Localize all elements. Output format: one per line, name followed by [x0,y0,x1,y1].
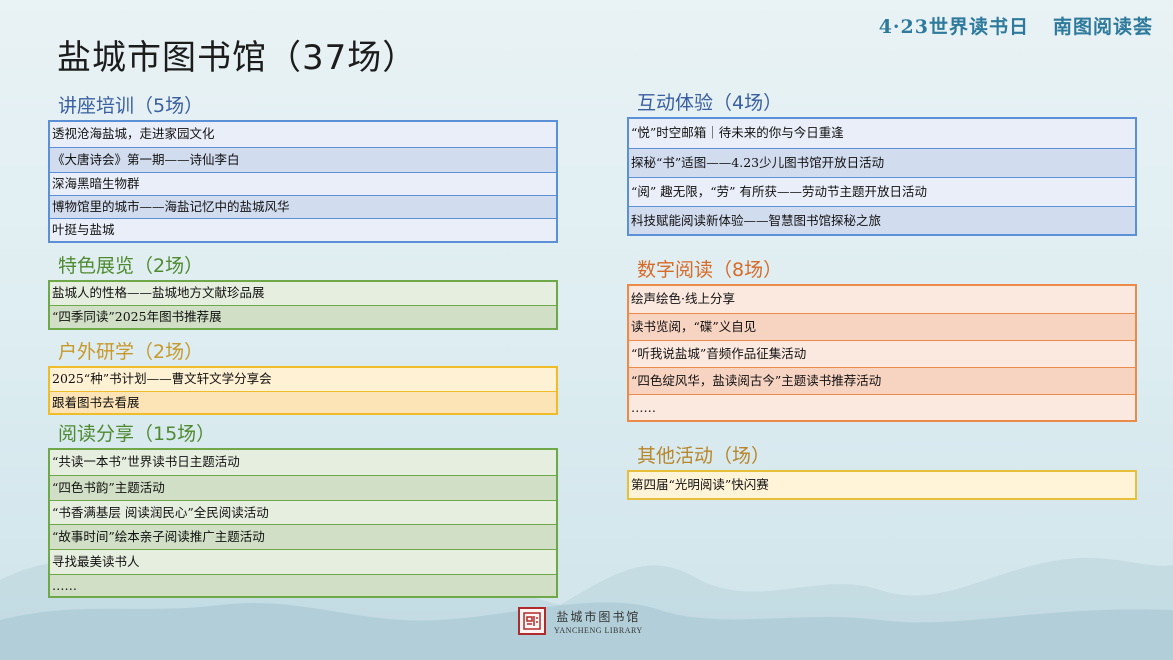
logo-name-cn: 盐城市图书馆 [556,609,641,624]
section-outdoor: 户外研学（2场） 2025“种”书计划——曹文轩文学分享会 跟着图书去看展 [48,340,558,415]
list-item: 透视沧海盐城，走进家园文化 [50,122,556,147]
list-item: “阅” 趣无限，“劳” 有所获——劳动节主题开放日活动 [629,177,1135,206]
section-reading-share: 阅读分享（15场） “共读一本书”世界读书日主题活动 “四色书韵”主题活动 “书… [48,422,558,598]
list-item: 探秘“书”适图——4.23少儿图书馆开放日活动 [629,148,1135,177]
list-item: 盐城人的性格——盐城地方文献珍品展 [50,282,556,305]
library-seal-icon [518,607,546,635]
list-item: “悦”时空邮箱｜待未来的你与今日重逢 [629,119,1135,148]
section-heading: 特色展览（2场） [58,255,204,277]
list-item: 博物馆里的城市——海盐记忆中的盐城风华 [50,195,556,218]
list-item: 深海黑暗生物群 [50,172,556,195]
list-item: 2025“种”书计划——曹文轩文学分享会 [50,368,556,391]
section-heading: 互动体验（4场） [637,92,783,114]
list-box: 绘声绘色·线上分享 读书览阅，“碟”义自见 “听我说盐城”音频作品征集活动 “四… [627,284,1137,422]
list-box: “悦”时空邮箱｜待未来的你与今日重逢 探秘“书”适图——4.23少儿图书馆开放日… [627,117,1137,236]
list-item: “四季同读”2025年图书推荐展 [50,305,556,328]
list-box: “共读一本书”世界读书日主题活动 “四色书韵”主题活动 “书香满基层 阅读润民心… [48,448,558,598]
section-exhibitions: 特色展览（2场） 盐城人的性格——盐城地方文献珍品展 “四季同读”2025年图书… [48,254,558,330]
section-heading: 其他活动（场） [637,445,771,467]
list-item: 寻找最美读书人 [50,549,556,574]
list-item: 叶挺与盐城 [50,218,556,241]
section-heading: 数字阅读（8场） [637,259,783,281]
section-heading: 讲座培训（5场） [58,95,204,117]
list-item: 第四届“光明阅读”快闪赛 [629,472,1135,498]
list-item: “四色书韵”主题活动 [50,475,556,500]
section-digital: 数字阅读（8场） 绘声绘色·线上分享 读书览阅，“碟”义自见 “听我说盐城”音频… [627,258,1137,422]
section-lectures: 讲座培训（5场） 透视沧海盐城，走进家园文化 《大唐诗会》第一期——诗仙李白 深… [48,94,558,243]
event-banner-right: 南图阅读荟 [1052,16,1153,38]
list-item: …… [629,394,1135,420]
list-item: “听我说盐城”音频作品征集活动 [629,340,1135,367]
list-item: 科技赋能阅读新体验——智慧图书馆探秘之旅 [629,206,1135,234]
list-box: 透视沧海盐城，走进家园文化 《大唐诗会》第一期——诗仙李白 深海黑暗生物群 博物… [48,120,558,243]
list-item: 《大唐诗会》第一期——诗仙李白 [50,147,556,172]
list-item: …… [50,574,556,596]
section-heading: 阅读分享（15场） [58,423,216,445]
list-item: “故事时间”绘本亲子阅读推广主题活动 [50,524,556,549]
event-banner: 4·23世界读书日 南图阅读荟 [879,12,1153,39]
section-interactive: 互动体验（4场） “悦”时空邮箱｜待未来的你与今日重逢 探秘“书”适图——4.2… [627,91,1137,236]
list-box: 第四届“光明阅读”快闪赛 [627,470,1137,500]
list-item: 跟着图书去看展 [50,391,556,413]
library-logo: 盐城市图书馆 YANCHENG LIBRARY [518,607,643,635]
section-other: 其他活动（场） 第四届“光明阅读”快闪赛 [627,444,1137,500]
list-box: 2025“种”书计划——曹文轩文学分享会 跟着图书去看展 [48,366,558,415]
event-banner-left: 4·23世界读书日 [878,16,1029,38]
page-title: 盐城市图书馆（37场） [57,38,418,78]
list-item: “书香满基层 阅读润民心”全民阅读活动 [50,500,556,524]
logo-name-en: YANCHENG LIBRARY [554,625,643,635]
list-item: “四色绽风华，盐读阅古今”主题读书推荐活动 [629,367,1135,394]
list-item: 读书览阅，“碟”义自见 [629,313,1135,340]
section-heading: 户外研学（2场） [58,341,204,363]
list-item: 绘声绘色·线上分享 [629,286,1135,313]
list-item: “共读一本书”世界读书日主题活动 [50,450,556,475]
list-box: 盐城人的性格——盐城地方文献珍品展 “四季同读”2025年图书推荐展 [48,280,558,330]
